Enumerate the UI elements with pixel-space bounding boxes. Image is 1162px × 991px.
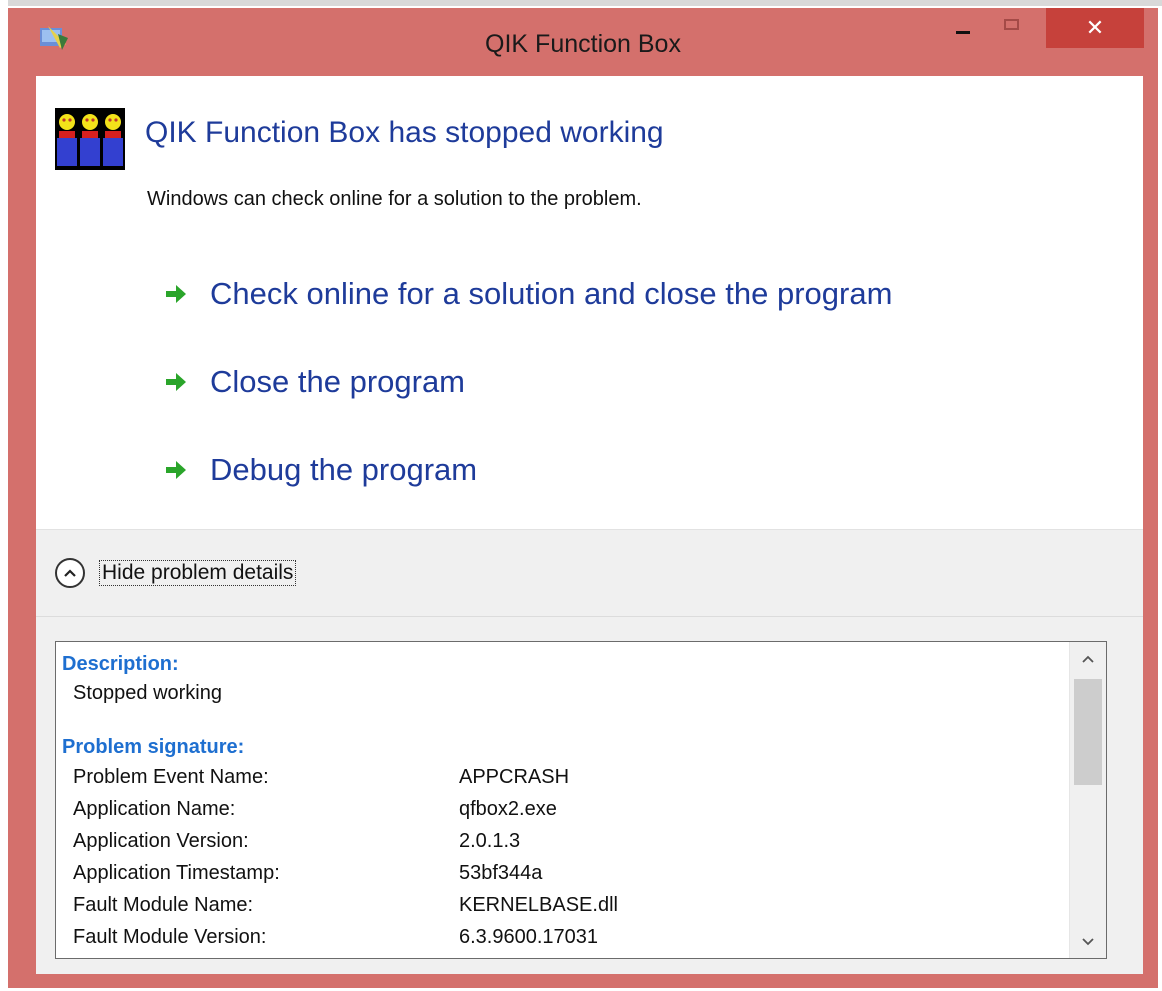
signature-title: Problem signature:: [62, 736, 245, 758]
signature-key: Fault Module Name:: [73, 894, 254, 916]
details-section: Hide problem details Description: Stoppe…: [36, 529, 1143, 974]
signature-row: Problem Event Name: APPCRASH: [62, 761, 1066, 793]
signature-row: Fault Module Name: KERNELBASE.dll: [62, 889, 1066, 921]
option-label: Debug the program: [210, 452, 478, 487]
green-arrow-icon: [166, 285, 186, 303]
problem-details-box[interactable]: Description: Stopped working Problem sig…: [55, 641, 1107, 959]
signature-value: KERNELBASE.dll: [459, 894, 618, 916]
maximize-icon: [1003, 18, 1019, 30]
problem-details-content: Description: Stopped working Problem sig…: [62, 650, 1066, 953]
maximize-button[interactable]: [988, 8, 1034, 48]
scroll-down-button[interactable]: [1070, 924, 1106, 958]
scrollbar-thumb[interactable]: [1074, 679, 1102, 785]
green-arrow-icon: [166, 461, 186, 479]
option-debug-program[interactable]: Debug the program: [164, 452, 477, 488]
option-check-online[interactable]: Check online for a solution and close th…: [164, 276, 892, 312]
hide-details-toggle[interactable]: Hide problem details: [55, 558, 297, 588]
description-text: Stopped working: [73, 682, 222, 704]
close-icon: ✕: [1085, 15, 1105, 41]
chevron-up-icon[interactable]: [55, 558, 85, 588]
signature-key: Fault Module Version:: [73, 926, 267, 948]
option-label: Close the program: [210, 364, 466, 399]
divider: [36, 616, 1143, 617]
signature-value: qfbox2.exe: [459, 798, 557, 820]
signature-key: Application Timestamp:: [73, 862, 280, 884]
signature-row: Fault Module Version: 6.3.9600.17031: [62, 921, 1066, 953]
signature-value: APPCRASH: [459, 766, 570, 788]
dialog-body: QIK Function Box has stopped working Win…: [36, 76, 1143, 974]
background-window-edge: [0, 0, 1162, 6]
dialog-window: QIK Function Box ✕ QIK Function Box has …: [8, 8, 1158, 988]
signature-key: Application Version:: [73, 830, 249, 852]
title-bar[interactable]: QIK Function Box ✕: [8, 8, 1158, 84]
dialog-heading: QIK Function Box has stopped working: [145, 116, 664, 149]
signature-value: 53bf344a: [459, 862, 543, 884]
signature-row: Application Version: 2.0.1.3: [62, 825, 1066, 857]
signature-value: 6.3.9600.17031: [459, 926, 599, 948]
scroll-up-button[interactable]: [1070, 642, 1106, 676]
dialog-subtext: Windows can check online for a solution …: [147, 188, 642, 210]
minimize-button[interactable]: [940, 8, 986, 48]
option-label: Check online for a solution and close th…: [210, 276, 893, 311]
hide-details-label[interactable]: Hide problem details: [99, 560, 297, 586]
signature-key: Application Name:: [73, 798, 236, 820]
description-title: Description:: [62, 653, 179, 675]
chevron-down-icon: [1082, 937, 1094, 945]
minimize-icon: [956, 30, 970, 34]
option-close-program[interactable]: Close the program: [164, 364, 465, 400]
green-arrow-icon: [166, 373, 186, 391]
chevron-up-icon: [1082, 655, 1094, 663]
signature-row: Application Name: qfbox2.exe: [62, 793, 1066, 825]
signature-value: 2.0.1.3: [459, 830, 521, 852]
vertical-scrollbar[interactable]: [1069, 642, 1106, 958]
signature-key: Problem Event Name:: [73, 766, 269, 788]
close-button[interactable]: ✕: [1046, 8, 1144, 48]
signature-row: Application Timestamp: 53bf344a: [62, 857, 1066, 889]
program-icon: [55, 108, 125, 170]
background-window: [0, 0, 8, 991]
